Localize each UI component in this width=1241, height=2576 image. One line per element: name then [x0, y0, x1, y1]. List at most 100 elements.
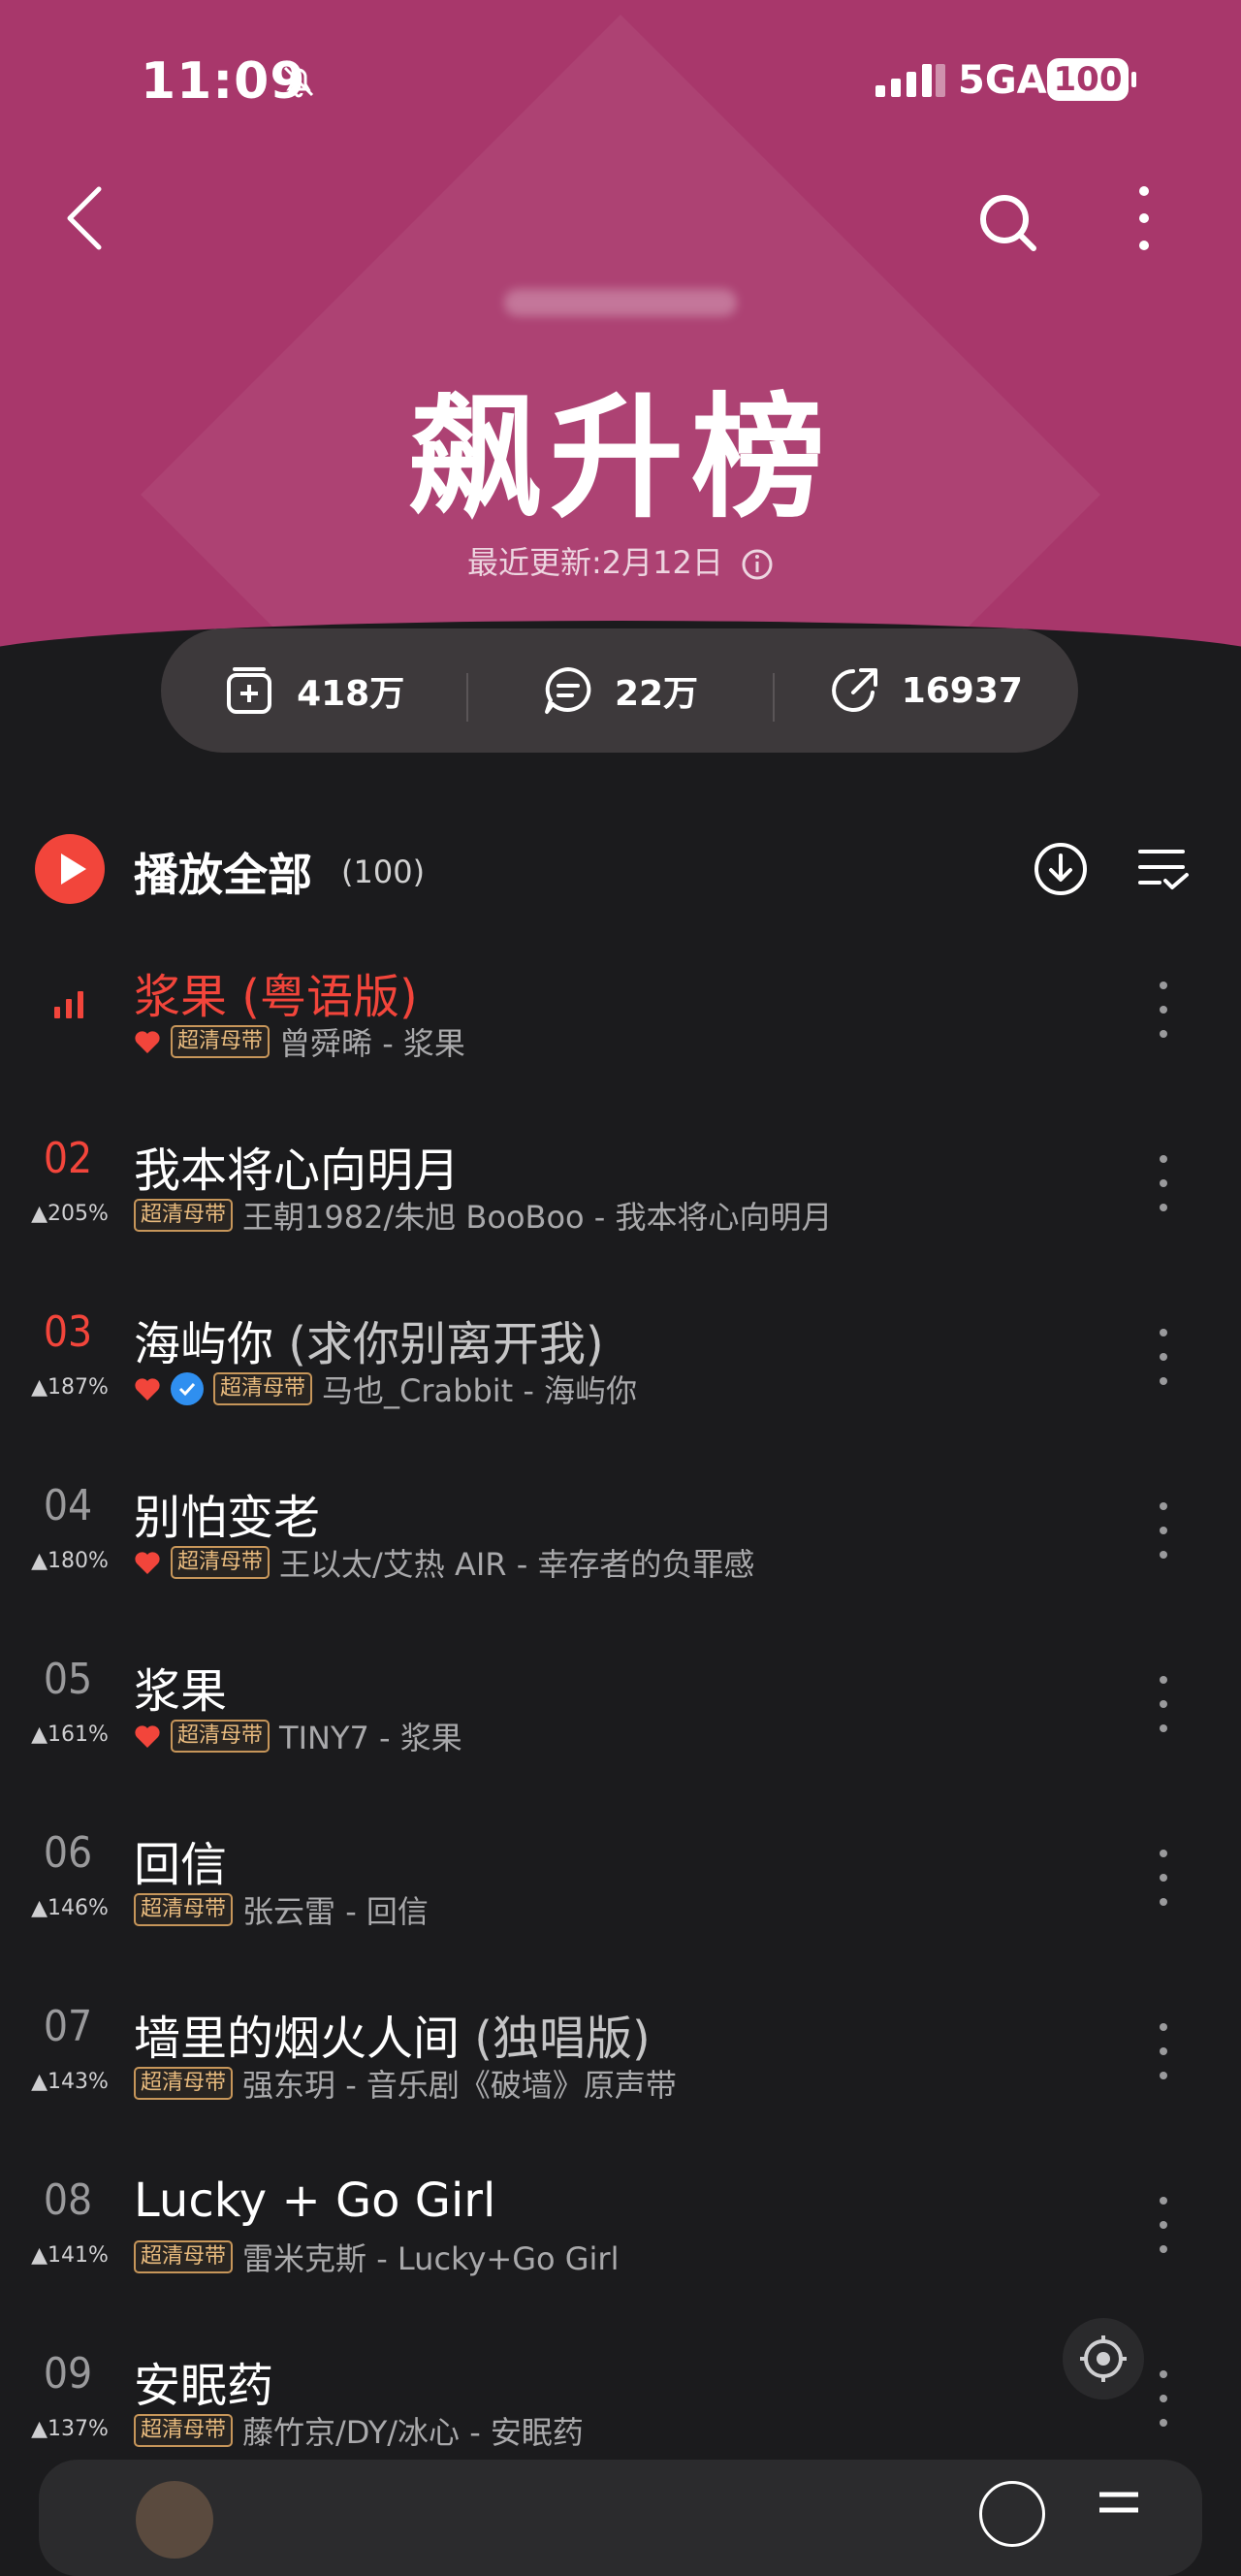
quality-badge: 超清母带 [213, 1372, 313, 1405]
quality-badge: 超清母带 [134, 2414, 234, 2447]
play-all-button[interactable]: 播放全部 [134, 840, 312, 904]
song-title: 浆果 (粤语版) [134, 958, 418, 1026]
song-rank: 04 [43, 1481, 93, 1530]
collect-button[interactable]: 418万 [161, 663, 466, 718]
more-icon[interactable] [1146, 2191, 1181, 2259]
share-count: 16937 [901, 670, 1023, 711]
song-row[interactable]: 07 ▲143% 墙里的烟火人间 (独唱版) 超清母带 强东玥 - 音乐剧《破墙》原声带 [0, 1992, 1241, 2157]
artist-album: 藤竹京/DY/冰心 - 安眠药 [242, 2414, 584, 2451]
song-row[interactable]: 08 ▲141% Lucky + Go Girl 超清母带 雷米克斯 - Lucky+G… [0, 2166, 1241, 2331]
more-vertical-icon[interactable] [1115, 179, 1173, 257]
album-art [136, 2481, 213, 2559]
search-icon[interactable] [970, 184, 1047, 262]
quality-badge: 超清母带 [134, 2240, 234, 2273]
song-version: (独唱版) [460, 2012, 651, 2066]
song-row[interactable]: 02 ▲205% 我本将心向明月 超清母带 王朝1982/朱旭 BooBoo - 我本将… [0, 1124, 1241, 1289]
quality-badge: 超清母带 [134, 2067, 234, 2100]
artist-album: 雷米克斯 - Lucky+Go Girl [242, 2240, 620, 2277]
share-button[interactable]: 16937 [772, 663, 1078, 722]
heart-icon [135, 1725, 160, 1748]
verified-icon [171, 1372, 204, 1405]
rank-change: ▲205% [31, 1202, 109, 1226]
song-row[interactable]: 04 ▲180% 别怕变老 超清母带 王以太/艾热 AIR - 幸存者的负罪感 [0, 1471, 1241, 1636]
rank-change: ▲180% [31, 1549, 109, 1573]
artist-album: 强东玥 - 音乐剧《破墙》原声带 [242, 2067, 677, 2104]
comment-icon [544, 667, 591, 714]
battery-level: 100 [1047, 58, 1136, 101]
rank-change: ▲187% [31, 1375, 109, 1400]
rank-change: ▲146% [31, 1896, 109, 1920]
brand-logo-blurred [504, 289, 737, 316]
download-icon[interactable] [1032, 840, 1090, 898]
more-icon[interactable] [1146, 1670, 1181, 1738]
more-icon[interactable] [1146, 1844, 1181, 1912]
play-pause-button[interactable] [979, 2481, 1045, 2547]
song-meta-row: 超清母带 TINY7 - 浆果 [134, 1717, 462, 1756]
back-arrow-icon[interactable] [58, 179, 116, 257]
more-icon[interactable] [1146, 1149, 1181, 1217]
play-all-count: (100) [341, 853, 426, 890]
song-rank: 07 [43, 2002, 93, 2051]
multiselect-icon[interactable] [1136, 844, 1191, 894]
more-icon[interactable] [1146, 1323, 1181, 1391]
song-title: 浆果 [134, 1653, 227, 1721]
song-meta-row: 超清母带 曾舜晞 - 浆果 [134, 1022, 465, 1062]
comment-button[interactable]: 22万 [466, 663, 772, 722]
locate-icon [1080, 2335, 1127, 2382]
now-playing-icon [54, 991, 83, 1018]
song-meta-row: 超清母带 藤竹京/DY/冰心 - 安眠药 [134, 2411, 584, 2451]
song-row[interactable]: 05 ▲161% 浆果 超清母带 TINY7 - 浆果 [0, 1645, 1241, 1810]
quality-badge: 超清母带 [134, 1199, 234, 1232]
song-meta-row: 超清母带 王朝1982/朱旭 BooBoo - 我本将心向明月 [134, 1196, 833, 1236]
more-icon[interactable] [1146, 2365, 1181, 2432]
artist-album: TINY7 - 浆果 [279, 1720, 462, 1756]
quality-badge: 超清母带 [171, 1546, 270, 1579]
heart-icon [135, 1552, 160, 1574]
song-rank: 02 [43, 1134, 93, 1183]
info-icon[interactable] [741, 548, 774, 581]
collect-count: 418万 [297, 674, 405, 714]
artist-album: 王朝1982/朱旭 BooBoo - 我本将心向明月 [242, 1199, 833, 1236]
rank-change: ▲137% [31, 2417, 109, 2441]
heart-icon [135, 1031, 160, 1053]
song-name: 我本将心向明月 [134, 1143, 461, 1198]
play-icon[interactable] [35, 834, 105, 904]
song-name: 浆果 [134, 970, 228, 1024]
song-title: Lucky + Go Girl [134, 2174, 495, 2228]
song-title: 墙里的烟火人间 (独唱版) [134, 2000, 651, 2068]
song-version: (求你别离开我) [273, 1317, 604, 1371]
song-name: 回信 [134, 1838, 228, 1892]
song-rank: 08 [43, 2175, 93, 2225]
quality-badge: 超清母带 [134, 1893, 234, 1926]
mini-player[interactable] [39, 2460, 1202, 2576]
song-name: 墙里的烟火人间 [134, 2012, 461, 2066]
song-rank: 09 [43, 2349, 93, 2399]
song-title: 我本将心向明月 [134, 1132, 460, 1200]
more-icon[interactable] [1146, 2017, 1181, 2085]
artist-album: 王以太/艾热 AIR - 幸存者的负罪感 [279, 1546, 755, 1583]
artist-album: 张云雷 - 回信 [242, 1893, 429, 1930]
song-name: 海屿你 [134, 1317, 274, 1371]
chart-header: 11:09 5GA 100 飙升榜 最近更新:2月12日 [0, 0, 1241, 698]
song-name: Lucky + Go Girl [134, 2174, 496, 2228]
artist-album: 马也_Crabbit - 海屿你 [322, 1372, 638, 1409]
network-type: 5GA [958, 58, 1047, 103]
song-name: 浆果 [134, 1664, 228, 1719]
rank-change: ▲161% [31, 1723, 109, 1747]
song-name: 安眠药 [134, 2359, 274, 2413]
quality-badge: 超清母带 [171, 1720, 270, 1753]
song-rank: 06 [43, 1828, 93, 1878]
more-icon[interactable] [1146, 1497, 1181, 1564]
artist-album: 曾舜晞 - 浆果 [279, 1025, 465, 1062]
locate-playing-button[interactable] [1063, 2318, 1144, 2399]
song-row[interactable]: 06 ▲146% 回信 超清母带 张云雷 - 回信 [0, 1819, 1241, 1983]
song-rank: 05 [43, 1655, 93, 1704]
song-row[interactable]: 浆果 (粤语版) 超清母带 曾舜晞 - 浆果 [0, 950, 1241, 1115]
playlist-icon[interactable] [1096, 2487, 1154, 2535]
share-icon [831, 668, 877, 712]
more-icon[interactable] [1146, 976, 1181, 1044]
song-title: 安眠药 [134, 2347, 273, 2415]
song-row[interactable]: 03 ▲187% 海屿你 (求你别离开我) 超清母带 马也_Crabbit - 海屿你 [0, 1298, 1241, 1463]
song-meta-row: 超清母带 王以太/艾热 AIR - 幸存者的负罪感 [134, 1543, 755, 1583]
song-title: 别怕变老 [134, 1479, 320, 1547]
